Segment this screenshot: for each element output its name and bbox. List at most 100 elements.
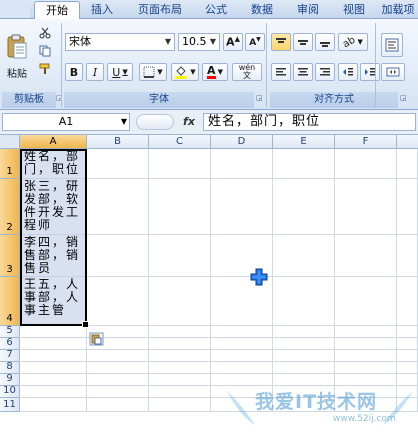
font-color-button[interactable]: A ▼	[202, 63, 228, 81]
decrease-indent-button[interactable]	[338, 63, 358, 81]
grid-cell[interactable]	[397, 235, 418, 277]
grid-cell[interactable]	[335, 374, 397, 386]
chevron-down-icon[interactable]: ▼	[163, 35, 173, 49]
grid-cell[interactable]	[273, 386, 335, 398]
cell-a1[interactable]: 姓名，部门，职位	[21, 149, 86, 179]
tab-insert[interactable]: 插入	[82, 1, 122, 18]
grid-cell[interactable]	[273, 362, 335, 374]
paste-options-button[interactable]	[89, 331, 105, 346]
column-header-partial[interactable]	[397, 135, 418, 149]
row-header-10[interactable]: 10	[0, 385, 20, 398]
grid-cell[interactable]	[149, 386, 211, 398]
grid-cell[interactable]	[87, 398, 149, 412]
orientation-button[interactable]: ab ▼	[338, 33, 368, 51]
grid-cell[interactable]	[335, 362, 397, 374]
grid-cell[interactable]	[87, 235, 149, 277]
grid-cell[interactable]	[21, 386, 87, 398]
column-header-f[interactable]: F	[335, 135, 397, 149]
shrink-font-button[interactable]: A▼	[245, 33, 265, 51]
format-painter-button[interactable]	[36, 61, 54, 77]
grid-cell[interactable]	[397, 362, 418, 374]
row-header-11[interactable]: 11	[0, 398, 20, 412]
grid-cell[interactable]	[87, 386, 149, 398]
grid-cell[interactable]	[397, 386, 418, 398]
grid-cell[interactable]	[87, 179, 149, 235]
wrap-text-button[interactable]	[381, 33, 403, 57]
grid-cell[interactable]	[149, 338, 211, 350]
grid-cell[interactable]	[273, 326, 335, 338]
align-left-button[interactable]	[271, 63, 291, 81]
grid-cell[interactable]	[149, 374, 211, 386]
grid-cell[interactable]	[87, 277, 149, 326]
grid-cell[interactable]	[211, 149, 273, 179]
font-dialog-launcher-icon[interactable]: ◲	[256, 94, 264, 102]
name-box[interactable]: A1 ▼	[2, 113, 130, 131]
font-name-combo[interactable]: 宋体 ▼	[65, 33, 175, 51]
row-header-4[interactable]: 4	[0, 277, 20, 326]
tab-page-layout[interactable]: 页面布局	[128, 1, 192, 18]
cell-a3[interactable]: 李四，销售部，销售员	[21, 235, 86, 277]
row-header-3[interactable]: 3	[0, 235, 20, 277]
grid-cell[interactable]	[149, 235, 211, 277]
chevron-down-icon[interactable]: ▼	[208, 35, 218, 49]
font-size-combo[interactable]: 10.5 ▼	[178, 33, 220, 51]
grid-cell[interactable]	[211, 374, 273, 386]
alignment-dialog-launcher-icon[interactable]: ◲	[400, 94, 408, 102]
cell-a2[interactable]: 张三，研发部，软件开发工程师	[21, 179, 86, 235]
grid-cell[interactable]	[211, 326, 273, 338]
formula-input[interactable]: 姓名，部门，职位	[203, 113, 416, 131]
grid-cell[interactable]	[87, 374, 149, 386]
column-header-c[interactable]: C	[149, 135, 211, 149]
grid-cell[interactable]	[335, 179, 397, 235]
grid-cell[interactable]	[211, 179, 273, 235]
column-header-d[interactable]: D	[211, 135, 273, 149]
row-header-1[interactable]: 1	[0, 149, 20, 179]
align-right-button[interactable]	[315, 63, 335, 81]
formula-bar-splitter[interactable]	[136, 114, 174, 130]
grid-cell[interactable]	[397, 326, 418, 338]
insert-function-button[interactable]: fx	[178, 113, 200, 131]
grid-cell[interactable]	[397, 277, 418, 326]
tab-add-ins[interactable]: 加载项	[378, 1, 418, 18]
grid-cell[interactable]	[397, 398, 418, 412]
grid-cell[interactable]	[149, 149, 211, 179]
align-top-button[interactable]	[271, 33, 291, 51]
grid-cell[interactable]	[87, 149, 149, 179]
grid-cell[interactable]	[87, 350, 149, 362]
tab-review[interactable]: 审阅	[288, 1, 328, 18]
grid-cell[interactable]	[21, 338, 87, 350]
grid-cell[interactable]	[21, 374, 87, 386]
phonetic-guide-button[interactable]: wén 文	[232, 63, 262, 81]
grid-cell[interactable]	[211, 362, 273, 374]
grid-cell[interactable]	[87, 362, 149, 374]
grid-cell[interactable]	[149, 179, 211, 235]
row-header-2[interactable]: 2	[0, 179, 20, 235]
italic-button[interactable]: I	[86, 63, 104, 81]
paste-button[interactable]: 粘贴	[2, 23, 32, 89]
align-middle-button[interactable]	[293, 33, 313, 51]
grid-cell[interactable]	[335, 149, 397, 179]
grid-cell[interactable]	[273, 398, 335, 412]
grid-cell[interactable]	[21, 398, 87, 412]
grid-cell[interactable]	[273, 149, 335, 179]
column-header-e[interactable]: E	[273, 135, 335, 149]
grid-cell[interactable]	[335, 235, 397, 277]
tab-home[interactable]: 开始	[34, 1, 80, 19]
grid-cell[interactable]	[21, 350, 87, 362]
merge-center-button[interactable]	[381, 63, 405, 81]
office-button[interactable]	[0, 1, 30, 18]
grid-cell[interactable]	[397, 338, 418, 350]
tab-data[interactable]: 数据	[242, 1, 282, 18]
bold-button[interactable]: B	[65, 63, 83, 81]
grid-cell[interactable]	[149, 362, 211, 374]
grid-cell[interactable]	[335, 350, 397, 362]
chevron-down-icon[interactable]: ▼	[218, 68, 223, 76]
chevron-down-icon[interactable]: ▼	[358, 38, 363, 46]
grid-cell[interactable]	[397, 179, 418, 235]
grid-cell[interactable]	[397, 149, 418, 179]
chevron-down-icon[interactable]: ▼	[122, 68, 127, 76]
chevron-down-icon[interactable]: ▼	[157, 68, 162, 76]
grid-cell[interactable]	[211, 350, 273, 362]
grid-cell[interactable]	[273, 277, 335, 326]
grid-cell[interactable]	[211, 398, 273, 412]
